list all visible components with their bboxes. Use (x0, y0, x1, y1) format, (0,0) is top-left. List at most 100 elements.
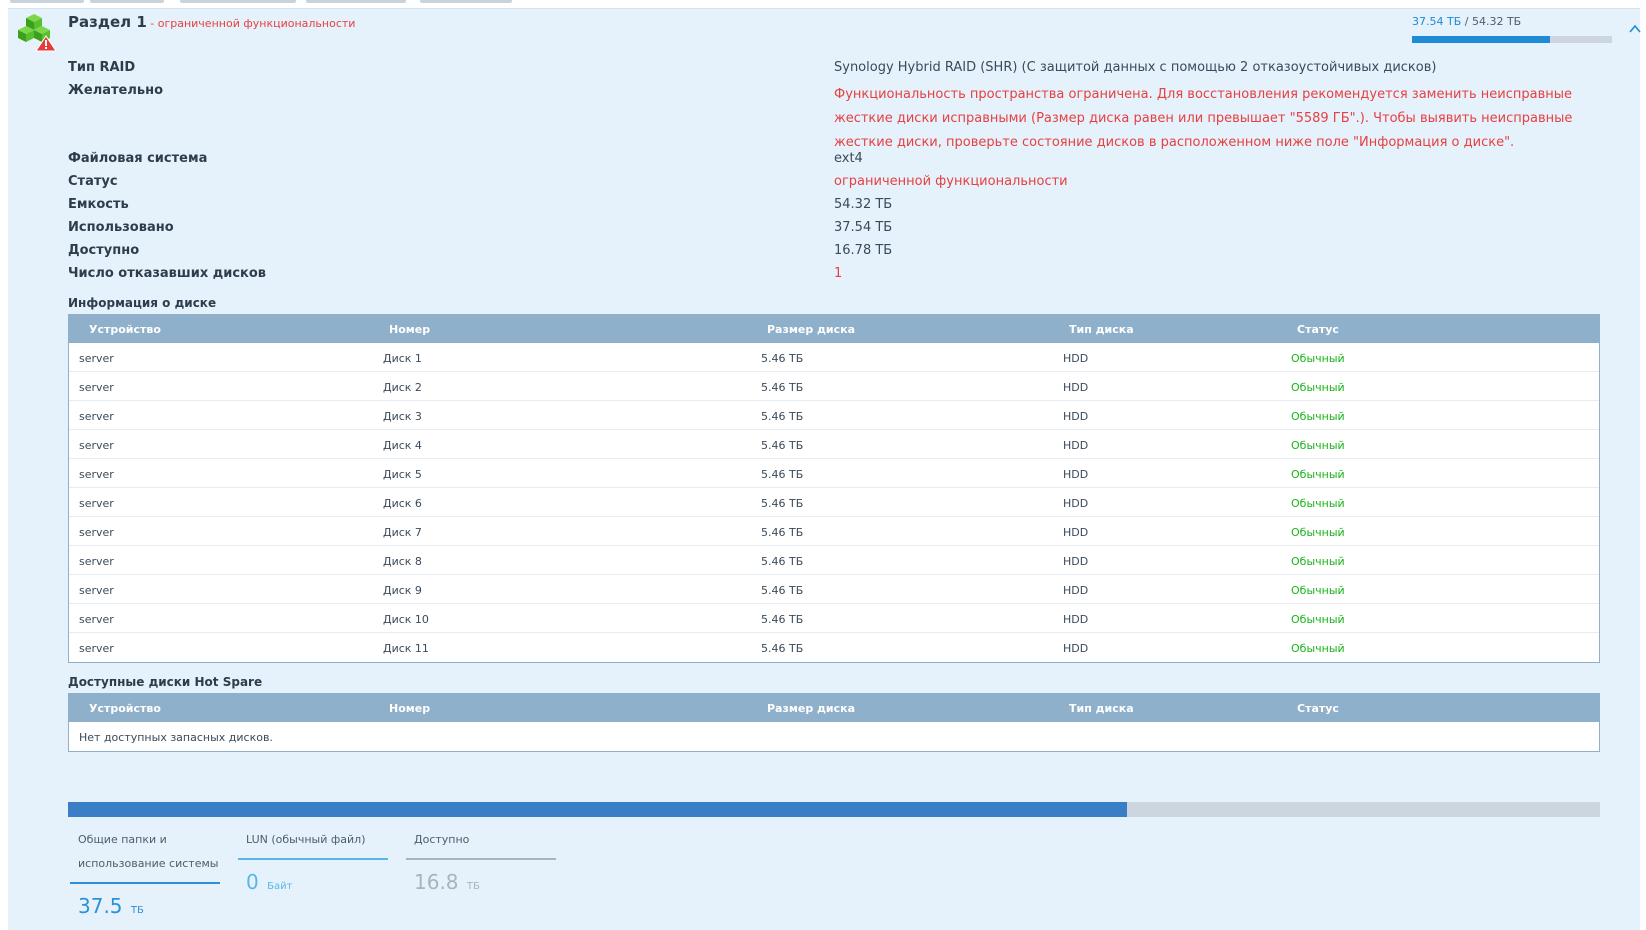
volume-status-short: ограниченной функциональности (157, 17, 356, 30)
table-cell: Обычный (1291, 439, 1345, 452)
table-cell: 5.46 ТБ (761, 468, 804, 481)
volume-title: Раздел 1 - ограниченной функциональности (68, 13, 355, 31)
table-cell: 5.46 ТБ (761, 497, 804, 510)
raid-type-label: Тип RAID (68, 60, 136, 75)
table-cell: server (79, 468, 114, 481)
disk-info-title: Информация о диске (68, 296, 217, 310)
table-cell: HDD (1063, 352, 1089, 365)
table-cell: server (79, 526, 114, 539)
table-cell: Обычный (1291, 584, 1345, 597)
volume-separator: - (146, 17, 158, 30)
volume-usage-bar (1412, 36, 1612, 43)
usage-bar-fill (68, 802, 1127, 817)
tab-stub[interactable] (180, 0, 296, 3)
legend-available: Доступно 16.8 ТБ (406, 828, 556, 894)
column-header[interactable]: Устройство (89, 323, 161, 336)
table-row[interactable]: server Диск 10 5.46 ТБ HDD Обычный (69, 604, 1599, 633)
column-header[interactable]: Тип диска (1069, 323, 1134, 336)
table-cell: 5.46 ТБ (761, 526, 804, 539)
legend-label: Доступно (414, 833, 470, 846)
volume-warning-icon (18, 14, 57, 52)
table-row[interactable]: server Диск 4 5.46 ТБ HDD Обычный (69, 430, 1599, 459)
table-cell: 5.46 ТБ (761, 584, 804, 597)
raid-type-value: Synology Hybrid RAID (SHR) (С защитой да… (834, 60, 1437, 75)
tab-stub[interactable] (306, 0, 406, 3)
table-cell: server (79, 613, 114, 626)
volume-slash: / (1461, 15, 1472, 28)
column-header[interactable]: Размер диска (767, 323, 855, 336)
table-row[interactable]: server Диск 6 5.46 ТБ HDD Обычный (69, 488, 1599, 517)
legend-label: использование системы (78, 857, 219, 870)
disk-info-table: Устройство Номер Размер диска Тип диска … (68, 314, 1600, 663)
hot-spare-table: Устройство Номер Размер диска Тип диска … (68, 693, 1600, 752)
tab-stub[interactable] (420, 0, 512, 3)
legend-value: 37.5 ТБ (78, 894, 144, 918)
table-cell: Обычный (1291, 613, 1345, 626)
fs-label: Файловая система (68, 151, 208, 166)
table-cell: Обычный (1291, 642, 1345, 655)
column-header[interactable]: Статус (1297, 323, 1339, 336)
disk-info-header: Устройство Номер Размер диска Тип диска … (69, 315, 1599, 343)
used-value: 37.54 ТБ (834, 220, 893, 235)
tab-stub[interactable] (10, 0, 84, 3)
table-row[interactable]: server Диск 3 5.46 ТБ HDD Обычный (69, 401, 1599, 430)
table-row[interactable]: server Диск 9 5.46 ТБ HDD Обычный (69, 575, 1599, 604)
table-cell: HDD (1063, 468, 1089, 481)
table-cell: server (79, 439, 114, 452)
table-row[interactable]: server Диск 8 5.46 ТБ HDD Обычный (69, 546, 1599, 575)
legend-line (406, 858, 556, 860)
column-header[interactable]: Устройство (89, 702, 161, 715)
table-cell: Диск 4 (383, 439, 422, 452)
hot-spare-empty-row: Нет доступных запасных дисков. (69, 722, 1599, 751)
table-cell: Обычный (1291, 381, 1345, 394)
usage-bar (68, 802, 1600, 817)
table-cell: HDD (1063, 642, 1089, 655)
available-label: Доступно (68, 243, 140, 258)
table-cell: Обычный (1291, 526, 1345, 539)
failed-disks-value: 1 (834, 266, 843, 281)
column-header[interactable]: Номер (389, 323, 430, 336)
table-cell: 5.46 ТБ (761, 410, 804, 423)
volume-usage-text: 37.54 ТБ / 54.32 ТБ (1412, 15, 1521, 28)
table-row[interactable]: server Диск 5 5.46 ТБ HDD Обычный (69, 459, 1599, 488)
column-header[interactable]: Номер (389, 702, 430, 715)
table-cell: 5.46 ТБ (761, 642, 804, 655)
status-label: Статус (68, 174, 118, 189)
legend-label: LUN (обычный файл) (246, 833, 366, 846)
table-cell: Диск 1 (383, 352, 422, 365)
column-header[interactable]: Тип диска (1069, 702, 1134, 715)
table-cell: 5.46 ТБ (761, 439, 804, 452)
table-cell: server (79, 555, 114, 568)
table-cell: server (79, 410, 114, 423)
volume-usage-fill (1412, 36, 1550, 43)
table-cell: server (79, 497, 114, 510)
hot-spare-title: Доступные диски Hot Spare (68, 675, 263, 689)
legend-value: 0 Байт (246, 870, 293, 894)
fs-value: ext4 (834, 151, 863, 166)
volume-name: Раздел 1 (68, 13, 147, 31)
table-cell: HDD (1063, 410, 1089, 423)
used-label: Использовано (68, 220, 174, 235)
available-value: 16.78 ТБ (834, 243, 893, 258)
desired-label: Желательно (68, 83, 164, 98)
top-tabs-strip (0, 0, 520, 4)
table-row[interactable]: server Диск 2 5.46 ТБ HDD Обычный (69, 372, 1599, 401)
legend-line (238, 858, 388, 860)
table-cell: Диск 8 (383, 555, 422, 568)
table-cell: Диск 9 (383, 584, 422, 597)
table-cell: Обычный (1291, 555, 1345, 568)
column-header[interactable]: Размер диска (767, 702, 855, 715)
table-row[interactable]: server Диск 1 5.46 ТБ HDD Обычный (69, 343, 1599, 372)
table-row[interactable]: server Диск 11 5.46 ТБ HDD Обычный (69, 633, 1599, 662)
table-cell: Обычный (1291, 497, 1345, 510)
tab-stub[interactable] (90, 0, 164, 3)
table-cell: Диск 5 (383, 468, 422, 481)
volume-used: 37.54 ТБ (1412, 15, 1462, 28)
chevron-up-icon[interactable] (1628, 22, 1642, 36)
table-cell: server (79, 381, 114, 394)
table-row[interactable]: server Диск 7 5.46 ТБ HDD Обычный (69, 517, 1599, 546)
table-cell: Обычный (1291, 410, 1345, 423)
table-cell: Обычный (1291, 352, 1345, 365)
legend-line (70, 882, 220, 884)
column-header[interactable]: Статус (1297, 702, 1339, 715)
